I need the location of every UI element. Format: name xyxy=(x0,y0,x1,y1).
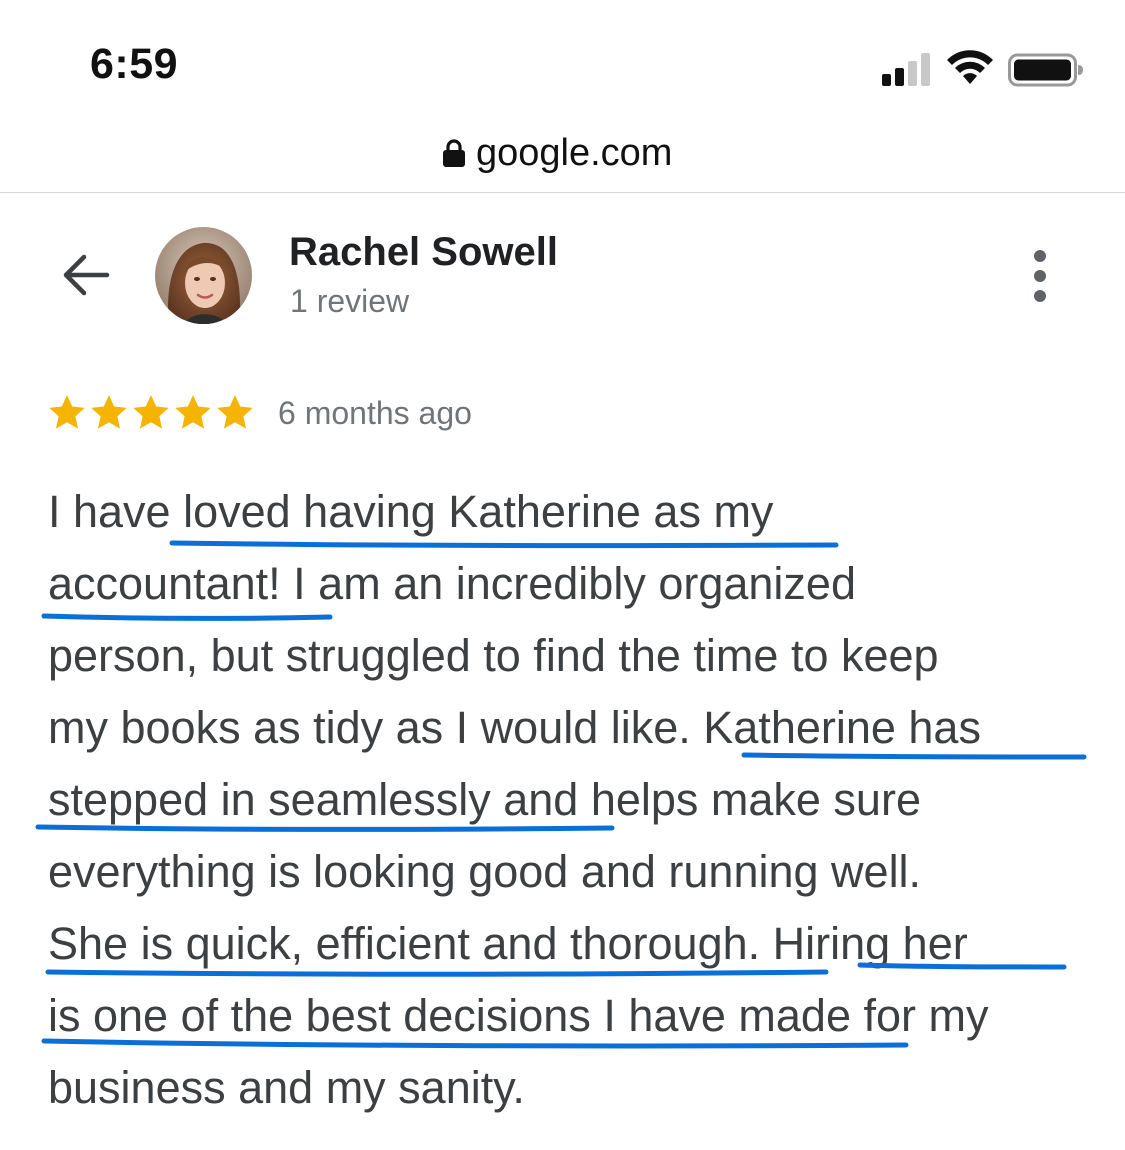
review-line: stepped in seamlessly and helps make sur… xyxy=(48,774,921,825)
star-rating xyxy=(46,392,256,434)
reviewer-name[interactable]: Rachel Sowell xyxy=(289,230,558,275)
review-line: business and my sanity. xyxy=(48,1062,525,1113)
star-icon xyxy=(133,395,169,429)
status-time: 6:59 xyxy=(90,40,179,88)
address-bar-content[interactable]: google.com xyxy=(442,128,672,178)
review-line: person, but struggled to find the time t… xyxy=(48,630,939,681)
address-bar[interactable]: google.com xyxy=(0,118,1125,193)
lock-icon xyxy=(443,139,465,167)
review-line: everything is looking good and running w… xyxy=(48,846,922,897)
avatar[interactable] xyxy=(155,227,252,324)
star-icon xyxy=(175,395,211,429)
review-line: She is quick, efficient and thorough. Hi… xyxy=(48,918,968,969)
rating-row: 6 months ago xyxy=(46,392,472,434)
arrow-left-icon[interactable] xyxy=(58,248,112,302)
review-line: is one of the best decisions I have made… xyxy=(48,990,989,1041)
review-text: I have loved having Katherine as my acco… xyxy=(48,476,1098,1124)
more-vert-icon[interactable] xyxy=(1020,246,1060,308)
wifi-icon xyxy=(947,50,993,84)
review-date: 6 months ago xyxy=(278,394,472,431)
review-count[interactable]: 1 review xyxy=(290,283,409,320)
url-text[interactable]: google.com xyxy=(476,132,672,175)
star-icon xyxy=(49,395,85,429)
review-line: accountant! I am an incredibly organized xyxy=(48,558,856,609)
cellular-signal-icon xyxy=(882,53,930,86)
review-line: my books as tidy as I would like. Kather… xyxy=(48,702,981,753)
review-line: I have loved having Katherine as my xyxy=(48,486,774,537)
star-icon xyxy=(217,395,253,429)
star-icon xyxy=(91,395,127,429)
battery-icon xyxy=(1008,53,1083,87)
